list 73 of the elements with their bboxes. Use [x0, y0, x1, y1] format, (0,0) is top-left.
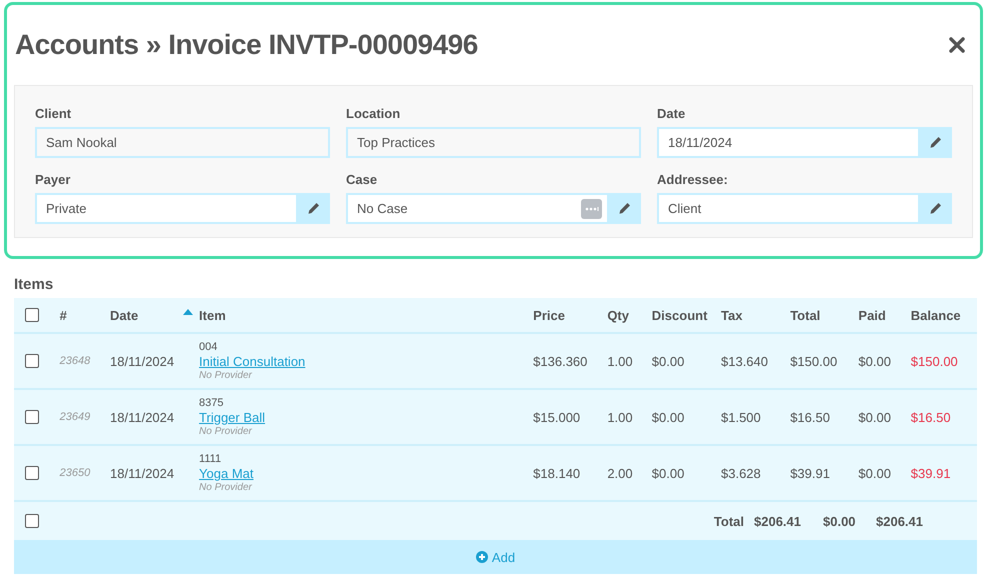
table-cell: $18.140 [533, 466, 580, 480]
total-label: Total [714, 514, 744, 528]
input-field[interactable]: Client [657, 193, 918, 224]
field-label: Payer [35, 172, 72, 187]
column-header[interactable]: Tax [721, 308, 742, 322]
table-cell: $136.360 [533, 354, 588, 368]
table-cell: $150.00 [790, 354, 838, 368]
input-field[interactable]: Top Practices [346, 127, 641, 158]
field-label: Addressee: [657, 172, 729, 187]
table-cell: $150.00 [910, 354, 958, 368]
column-header[interactable]: Paid [858, 308, 886, 322]
field-label: Client [35, 106, 72, 121]
provider-text: No Provider [199, 482, 252, 493]
table-cell: $16.50 [790, 410, 830, 424]
pencil-icon[interactable] [918, 127, 952, 158]
column-header[interactable]: Date [110, 308, 138, 322]
table-cell: $0.00 [652, 410, 684, 424]
column-header[interactable]: Discount [652, 308, 708, 322]
column-header[interactable]: Balance [910, 308, 961, 322]
table-cell: 18/11/2024 [110, 354, 174, 368]
table-cell: $13.640 [721, 354, 768, 368]
checkbox[interactable] [24, 354, 39, 368]
table-cell: 2.00 [607, 466, 633, 480]
item-code: 8375 [199, 397, 224, 409]
pencil-icon[interactable] [607, 193, 641, 224]
plus-circle-icon [476, 551, 488, 563]
table-cell: $3.628 [721, 466, 761, 480]
table-cell: 1.00 [607, 354, 633, 368]
table-cell: 23648 [60, 355, 90, 367]
table-cell: $0.00 [858, 466, 891, 480]
table-cell: $1.500 [721, 410, 761, 424]
table-cell: $0.00 [823, 514, 856, 528]
table-cell: 1.00 [607, 410, 633, 424]
input-field[interactable]: Private [35, 193, 296, 224]
table-cell: $0.00 [652, 466, 684, 480]
column-header[interactable]: Qty [607, 308, 629, 322]
table-cell: 23649 [60, 411, 90, 423]
section-heading: Items [14, 276, 54, 293]
column-header[interactable]: Total [790, 308, 820, 322]
column-header[interactable]: Price [533, 308, 565, 322]
provider-text: No Provider [199, 370, 252, 381]
checkbox[interactable] [24, 410, 39, 424]
item-code: 004 [199, 341, 218, 353]
table-cell: $0.00 [858, 354, 891, 368]
provider-text: No Provider [199, 426, 252, 437]
column-header[interactable]: Item [199, 308, 226, 322]
table-cell: $0.00 [858, 410, 891, 424]
checkbox[interactable] [24, 466, 39, 480]
table-cell: $206.41 [876, 514, 923, 528]
table-cell: 18/11/2024 [110, 466, 174, 480]
field-label: Location [346, 106, 402, 121]
checkbox[interactable] [24, 308, 39, 322]
checkbox[interactable] [25, 514, 39, 528]
table-cell: $39.91 [910, 466, 951, 480]
table-cell: $0.00 [652, 354, 684, 368]
column-header[interactable]: # [60, 308, 67, 322]
table-cell: $16.50 [910, 410, 951, 424]
item-code: 1111 [199, 453, 222, 465]
input-field[interactable]: No Case [346, 193, 607, 224]
page-title: Accounts » Invoice INVTP-00009496 [14, 29, 478, 61]
table-cell: 18/11/2024 [110, 410, 174, 424]
table-cell: $206.41 [754, 514, 801, 528]
field-label: Case [346, 172, 378, 187]
pencil-icon[interactable] [296, 193, 330, 224]
table-cell: $39.91 [790, 466, 830, 480]
input-field[interactable]: 18/11/2024 [657, 127, 918, 158]
input-field[interactable]: Sam Nookal [35, 127, 330, 158]
pencil-icon[interactable] [918, 193, 952, 224]
table-cell: 23650 [60, 467, 90, 479]
table-cell: $15.000 [533, 410, 580, 424]
sort-up-icon[interactable] [183, 309, 194, 315]
close-icon[interactable] [949, 37, 965, 53]
field-label: Date [657, 106, 686, 121]
